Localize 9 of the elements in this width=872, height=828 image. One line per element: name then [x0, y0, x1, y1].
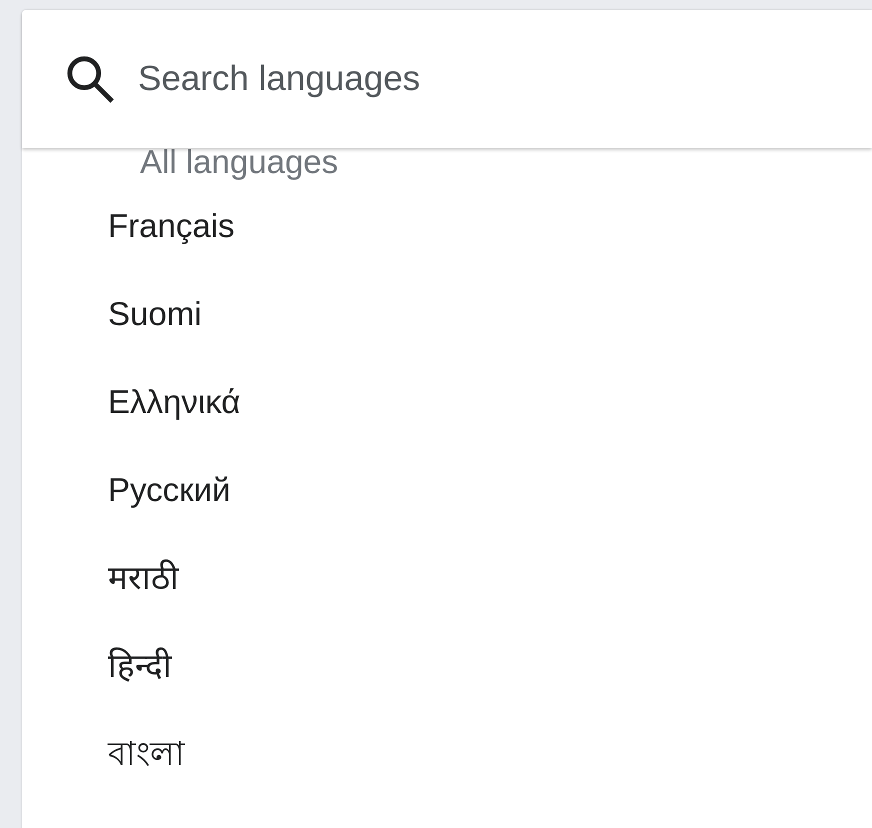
- language-item[interactable]: Français: [108, 182, 235, 270]
- language-item[interactable]: বাংলা: [108, 710, 185, 798]
- language-item[interactable]: Русский: [108, 446, 230, 534]
- language-item[interactable]: हिन्दी: [108, 622, 172, 710]
- search-field[interactable]: Search languages: [138, 59, 738, 99]
- section-heading: All languages: [139, 142, 340, 182]
- language-item[interactable]: Ελληνικά: [108, 358, 240, 446]
- language-item[interactable]: Suomi: [108, 270, 202, 358]
- language-item[interactable]: मराठी: [108, 534, 179, 622]
